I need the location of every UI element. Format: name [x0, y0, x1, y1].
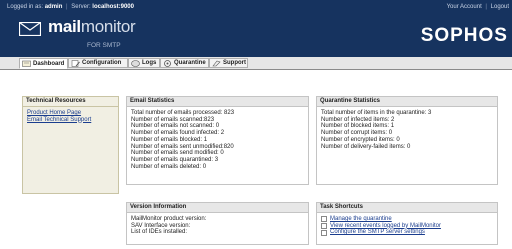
version-line: SAV Interface version: [131, 222, 191, 229]
manage-quarantine-link[interactable]: Manage the quarantine [330, 216, 392, 223]
stat-line: Number of emails found infected: 2 [131, 130, 225, 137]
tab-label: Quarantine [174, 60, 206, 66]
logo-mail: mail [48, 17, 81, 36]
tab-label: Support [223, 60, 246, 66]
dashboard-icon [22, 60, 31, 67]
stat-line: Number of delivery-failed items: 0 [321, 143, 411, 150]
email-statistics-panel: Email Statistics Total number of emails … [126, 96, 309, 185]
server-name: localhost:9000 [92, 4, 134, 10]
support-icon [212, 60, 221, 66]
view-recent-events-link[interactable]: View recent events logged by MailMonitor [330, 223, 441, 230]
stat-line: Number of corrupt items: 0 [321, 130, 393, 137]
tab-label: Dashboard [33, 60, 65, 67]
shortcut-item: View recent events logged by MailMonitor [321, 223, 493, 230]
tab-logs[interactable]: Logs [128, 58, 160, 68]
product-logo: mailmonitor [48, 17, 136, 37]
tab-configuration[interactable]: Configuration [68, 58, 128, 68]
quarantine-icon [164, 59, 171, 67]
quarantine-statistics-panel: Quarantine Statistics Total number of it… [316, 96, 498, 185]
panel-title: Quarantine Statistics [317, 97, 497, 107]
configure-smtp-link[interactable]: Configure the SMTP server settings [330, 229, 425, 236]
stat-line: Number of blocked items: 1 [321, 123, 395, 130]
stat-line: Number of emails blocked: 1 [131, 136, 208, 143]
panel-title: Technical Resources [23, 97, 118, 107]
login-info: Logged in as: admin | Server: localhost:… [7, 4, 134, 10]
separator: | [66, 4, 68, 10]
version-line: List of IDEs installed: [131, 229, 188, 236]
separator: | [485, 4, 487, 10]
stat-line: Number of infected items: 2 [321, 116, 395, 123]
product-home-page-link[interactable]: Product Home Page [27, 110, 81, 116]
task-shortcuts-panel: Task Shortcuts Manage the quarantine Vie… [316, 202, 498, 245]
logged-in-label: Logged in as: [7, 4, 44, 10]
shortcut-bullet-icon [321, 216, 327, 223]
panel-title: Email Statistics [127, 97, 308, 107]
stat-line: Number of emails sent unmodified:820 [131, 143, 234, 150]
panel-title: Task Shortcuts [317, 203, 497, 213]
stat-line: Number of emails scanned:823 [131, 116, 215, 123]
panel-title: Version Information [127, 203, 308, 213]
logout-link[interactable]: Logout [491, 4, 509, 10]
shortcut-bullet-icon [321, 223, 327, 230]
version-line: MailMonitor product version: [131, 216, 207, 222]
logo-subtitle: FOR SMTP [87, 42, 121, 49]
configuration-icon [71, 59, 80, 67]
logs-icon [131, 59, 140, 67]
logged-in-user: admin [44, 4, 63, 10]
shortcut-bullet-icon [321, 229, 327, 236]
stat-line: Total number of items in the quarantine:… [321, 110, 432, 116]
header-banner: Logged in as: admin | Server: localhost:… [0, 0, 512, 57]
tab-label: Logs [142, 60, 157, 66]
tab-bar: Dashboard Configuration Logs Quarantine … [0, 57, 512, 70]
envelope-icon [19, 22, 41, 36]
stat-line: Number of emails quarantined: 3 [131, 156, 219, 163]
technical-resources-panel: Technical Resources Product Home Page Em… [22, 96, 119, 194]
stat-line: Number of emails deleted: 0 [131, 163, 207, 170]
email-technical-support-link[interactable]: Email Technical Support [27, 117, 91, 123]
top-bar: Logged in as: admin | Server: localhost:… [0, 0, 512, 16]
sophos-logo: SOPHOS [420, 25, 508, 46]
stat-line: Number of emails not scanned: 0 [131, 123, 220, 130]
your-account-link[interactable]: Your Account [447, 4, 482, 10]
tab-quarantine[interactable]: Quarantine [160, 58, 209, 68]
tab-support[interactable]: Support [209, 58, 248, 68]
account-links: Your Account | Logout [447, 4, 509, 10]
tab-label: Configuration [82, 60, 122, 66]
stat-line: Number of encrypted items: 0 [321, 136, 400, 143]
stat-line: Number of emails send modified: 0 [131, 150, 224, 157]
shortcut-item: Manage the quarantine [321, 216, 493, 223]
stat-line: Total number of emails processed: 823 [131, 110, 235, 116]
tab-dashboard[interactable]: Dashboard [19, 58, 68, 69]
version-information-panel: Version Information MailMonitor product … [126, 202, 309, 245]
server-label: Server: [71, 4, 91, 10]
logo-monitor: monitor [80, 17, 136, 36]
shortcut-item: Configure the SMTP server settings [321, 229, 493, 236]
